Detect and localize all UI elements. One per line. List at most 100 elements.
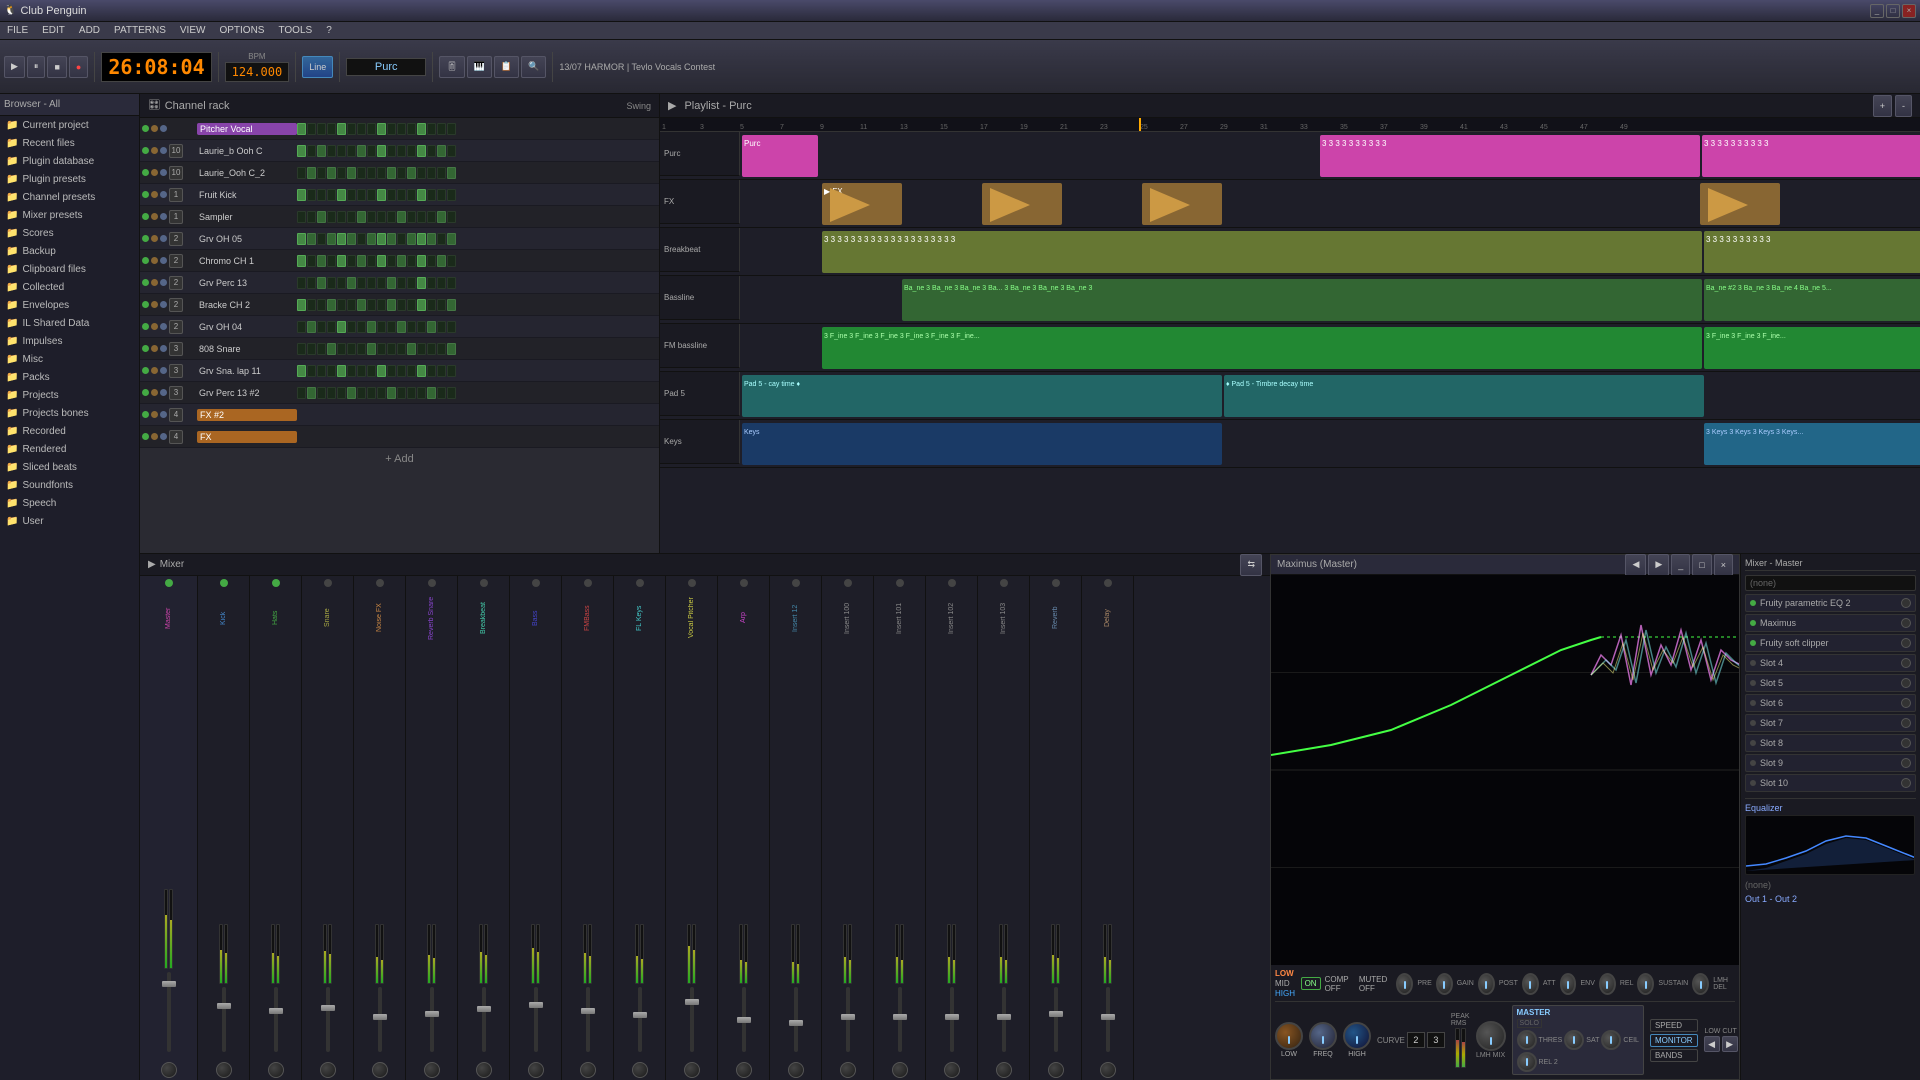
- pad-10-15[interactable]: [447, 343, 456, 355]
- pad-4-6[interactable]: [357, 211, 366, 223]
- send-knob-15[interactable]: [944, 1062, 960, 1078]
- sidebar-item-impulses[interactable]: 📁Impulses: [0, 332, 139, 350]
- fx-slot-1[interactable]: Maximus: [1745, 614, 1916, 632]
- ch-name-14[interactable]: FX: [197, 431, 297, 443]
- pad-9-6[interactable]: [357, 321, 366, 333]
- fader-track-3[interactable]: [326, 987, 330, 1052]
- fader-knob-3[interactable]: [321, 1005, 335, 1011]
- fader-knob-13[interactable]: [841, 1014, 855, 1020]
- ch-active-dot-1[interactable]: [142, 147, 149, 154]
- lmhmix-knob[interactable]: [1476, 1021, 1506, 1051]
- ch-active-dot-9[interactable]: [142, 323, 149, 330]
- fader-knob-12[interactable]: [789, 1020, 803, 1026]
- ch-name-2[interactable]: Laurie_Ooh C_2: [197, 168, 297, 178]
- pad-5-7[interactable]: [367, 233, 376, 245]
- send-dot-15[interactable]: [948, 579, 956, 587]
- pad-5-15[interactable]: [447, 233, 456, 245]
- track-content-keys[interactable]: Keys 3 Keys 3 Keys 3 Keys 3 Keys...: [740, 420, 1920, 468]
- pad-4-10[interactable]: [397, 211, 406, 223]
- pad-1-3[interactable]: [327, 145, 336, 157]
- pad-3-4[interactable]: [337, 189, 346, 201]
- pad-2-8[interactable]: [377, 167, 386, 179]
- pad-4-9[interactable]: [387, 211, 396, 223]
- send-knob-7[interactable]: [528, 1062, 544, 1078]
- fader-knob-4[interactable]: [373, 1014, 387, 1020]
- mixer-channel-breakbeat[interactable]: Breakbeat: [458, 576, 510, 1080]
- pad-11-13[interactable]: [427, 365, 436, 377]
- fader-track-17[interactable]: [1054, 987, 1058, 1052]
- fx-slot-8[interactable]: Slot 9: [1745, 754, 1916, 772]
- send-dot-9[interactable]: [636, 579, 644, 587]
- maximus-next-button[interactable]: ▶: [1648, 554, 1669, 576]
- mixer-link-button[interactable]: ⇆: [1240, 554, 1262, 576]
- pad-8-8[interactable]: [377, 299, 386, 311]
- send-knob-10[interactable]: [684, 1062, 700, 1078]
- pad-6-1[interactable]: [307, 255, 316, 267]
- pad-11-5[interactable]: [347, 365, 356, 377]
- pad-6-14[interactable]: [437, 255, 446, 267]
- menu-help[interactable]: ?: [323, 25, 335, 36]
- pad-3-8[interactable]: [377, 189, 386, 201]
- maximus-minimize-button[interactable]: _: [1671, 554, 1690, 576]
- ch-mute-dot-14[interactable]: [151, 433, 158, 440]
- pad-7-10[interactable]: [397, 277, 406, 289]
- menu-edit[interactable]: EDIT: [39, 25, 68, 36]
- pad-3-7[interactable]: [367, 189, 376, 201]
- ch-name-4[interactable]: Sampler: [197, 212, 297, 222]
- send-dot-17[interactable]: [1052, 579, 1060, 587]
- pad-8-11[interactable]: [407, 299, 416, 311]
- pad-4-14[interactable]: [437, 211, 446, 223]
- ch-solo-dot-6[interactable]: [160, 257, 167, 264]
- fader-track-15[interactable]: [950, 987, 954, 1052]
- minimize-button[interactable]: _: [1870, 4, 1884, 18]
- fader-knob-5[interactable]: [425, 1011, 439, 1017]
- pad-5-1[interactable]: [307, 233, 316, 245]
- mixer-channel-reverb[interactable]: Reverb: [1030, 576, 1082, 1080]
- lmhdel-knob[interactable]: [1692, 973, 1709, 995]
- ch-active-dot-10[interactable]: [142, 345, 149, 352]
- pad-2-13[interactable]: [427, 167, 436, 179]
- pad-4-8[interactable]: [377, 211, 386, 223]
- pad-0-2[interactable]: [317, 123, 326, 135]
- pad-7-9[interactable]: [387, 277, 396, 289]
- pad-12-9[interactable]: [387, 387, 396, 399]
- pad-3-9[interactable]: [387, 189, 396, 201]
- track-content-purc[interactable]: Purc 3 3 3 3 3 3 3 3 3 3 3 3 3 3 3 3 3 3…: [740, 132, 1920, 180]
- mixer-channel-insert-101[interactable]: Insert 101: [874, 576, 926, 1080]
- pad-6-10[interactable]: [397, 255, 406, 267]
- close-button[interactable]: ×: [1902, 4, 1916, 18]
- send-knob-11[interactable]: [736, 1062, 752, 1078]
- pad-8-10[interactable]: [397, 299, 406, 311]
- pad-9-10[interactable]: [397, 321, 406, 333]
- pad-9-0[interactable]: [297, 321, 306, 333]
- none-selector[interactable]: (none): [1745, 575, 1916, 591]
- thres-knob[interactable]: [1517, 1030, 1537, 1050]
- ch-solo-dot-4[interactable]: [160, 213, 167, 220]
- sidebar-item-channel-presets[interactable]: 📁Channel presets: [0, 188, 139, 206]
- pad-1-12[interactable]: [417, 145, 426, 157]
- fader-track-14[interactable]: [898, 987, 902, 1052]
- fx-toggle-8[interactable]: [1901, 758, 1911, 768]
- sidebar-item-misc[interactable]: 📁Misc: [0, 350, 139, 368]
- send-knob-12[interactable]: [788, 1062, 804, 1078]
- pad-1-10[interactable]: [397, 145, 406, 157]
- ch-name-0[interactable]: Pitcher Vocal: [197, 123, 297, 135]
- mixer-channel-insert-12[interactable]: Insert 12: [770, 576, 822, 1080]
- line-mode-button[interactable]: Line: [302, 56, 333, 78]
- pad-3-2[interactable]: [317, 189, 326, 201]
- menu-file[interactable]: FILE: [4, 25, 31, 36]
- sat-knob[interactable]: [1564, 1030, 1584, 1050]
- pad-4-4[interactable]: [337, 211, 346, 223]
- pad-11-1[interactable]: [307, 365, 316, 377]
- pad-8-14[interactable]: [437, 299, 446, 311]
- fader-knob-18[interactable]: [1101, 1014, 1115, 1020]
- ch-solo-dot-8[interactable]: [160, 301, 167, 308]
- ch-solo-dot-1[interactable]: [160, 147, 167, 154]
- send-knob-6[interactable]: [476, 1062, 492, 1078]
- ch-mute-dot-3[interactable]: [151, 191, 158, 198]
- pad-11-9[interactable]: [387, 365, 396, 377]
- pad-3-14[interactable]: [437, 189, 446, 201]
- freq-knob[interactable]: [1309, 1022, 1337, 1050]
- pad-0-0[interactable]: [297, 123, 306, 135]
- pad-9-13[interactable]: [427, 321, 436, 333]
